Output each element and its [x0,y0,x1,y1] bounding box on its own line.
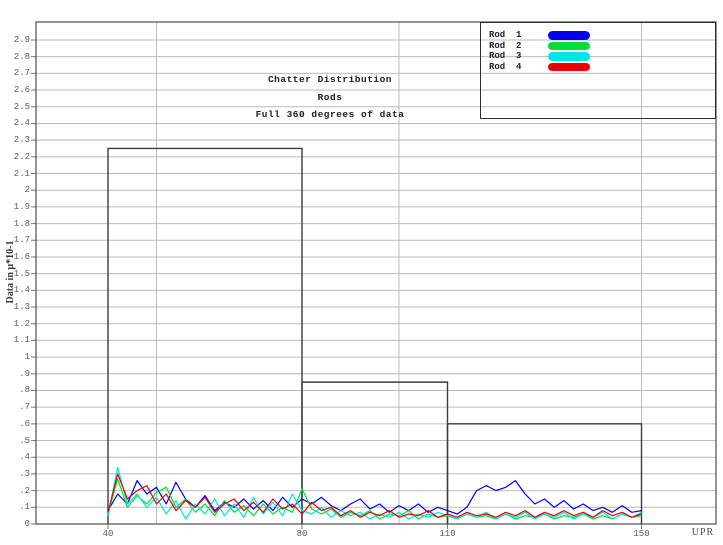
rod-1-color-swatch [548,31,590,40]
chart-title-block: Chatter Distribution Rods Full 360 degre… [228,71,432,124]
y-tick-label: .4 [2,452,30,462]
legend: Rod 1 Rod 2 Rod 3 Rod 4 [480,22,716,119]
legend-label-rod-3: Rod 3 [489,51,521,62]
y-tick-label: 2.8 [2,52,30,62]
y-axis-title: Data in µ*10-1 [5,226,17,318]
y-tick-label: .6 [2,419,30,429]
y-tick-label: 2.3 [2,135,30,145]
x-tick-label: 110 [433,529,463,539]
y-tick-label: .9 [2,369,30,379]
legend-item-rod-4: Rod 4 [481,62,715,73]
histogram-step-outline [302,382,448,524]
legend-label-rod-4: Rod 4 [489,62,521,73]
legend-label-rod-1: Rod 1 [489,30,521,41]
legend-item-rod-1: Rod 1 [481,30,715,41]
y-tick-label: 2.1 [2,169,30,179]
y-tick-label: 1.1 [2,335,30,345]
chart-subtitle-2: Full 360 degrees of data [228,106,432,124]
y-tick-label: 2.9 [2,35,30,45]
chart-subtitle: Rods [228,89,432,107]
y-tick-label: 2.2 [2,152,30,162]
y-tick-label: 2 [2,185,30,195]
y-tick-label: 2.6 [2,85,30,95]
rod-2-color-swatch [548,42,590,51]
y-tick-label: 0 [2,519,30,529]
y-tick-label: 1 [2,352,30,362]
legend-item-rod-2: Rod 2 [481,41,715,52]
y-tick-label: .2 [2,486,30,496]
y-tick-label: 2.4 [2,118,30,128]
y-tick-label: 1.2 [2,319,30,329]
y-tick-label: .7 [2,402,30,412]
x-tick-label: 80 [287,529,317,539]
series-line-rod-1 [108,481,642,514]
y-tick-label: 2.5 [2,102,30,112]
y-tick-label: .3 [2,469,30,479]
legend-item-rod-3: Rod 3 [481,51,715,62]
rod-3-color-swatch [548,52,590,61]
series-line-rod-4 [108,474,642,517]
y-tick-label: 2.7 [2,68,30,78]
chatter-distribution-chart: 0.1.2.3.4.5.6.7.8.911.11.21.31.41.51.61.… [0,0,723,545]
legend-label-rod-2: Rod 2 [489,41,521,52]
histogram-step-outline [108,148,302,524]
chart-title: Chatter Distribution [228,71,432,89]
x-axis-title: UPR [686,527,720,538]
x-tick-label: 150 [627,529,657,539]
y-tick-label: .5 [2,436,30,446]
rod-4-color-swatch [548,63,590,72]
y-tick-label: 1.9 [2,202,30,212]
y-tick-label: .1 [2,502,30,512]
x-tick-label: 40 [93,529,123,539]
y-tick-label: .8 [2,385,30,395]
